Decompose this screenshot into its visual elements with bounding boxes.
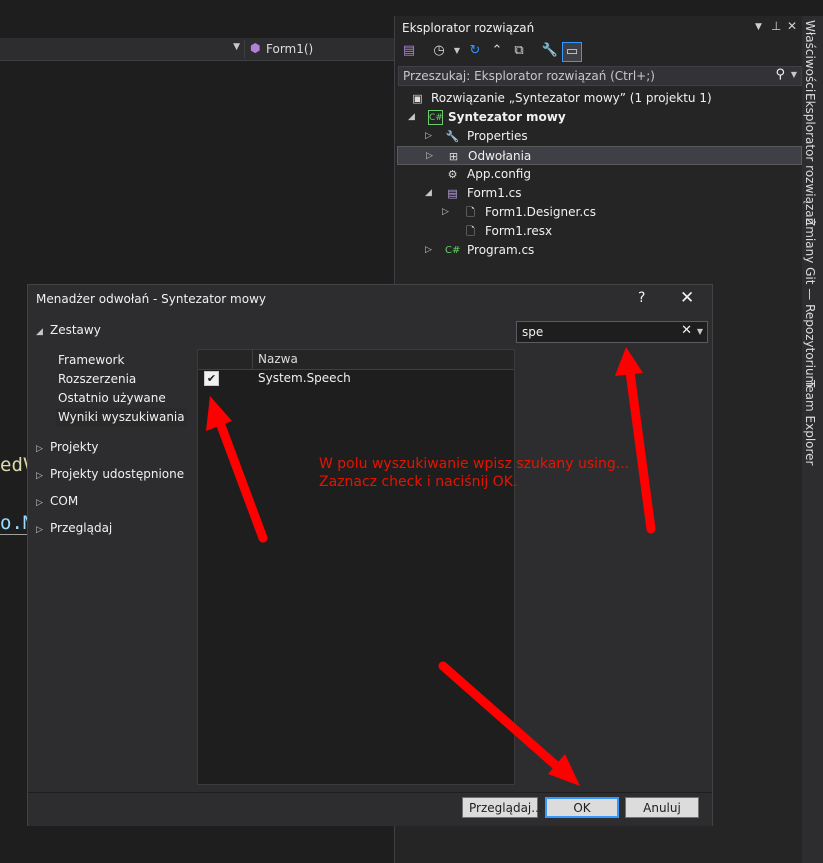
tree-item-properties[interactable]: ▷ 🔧 Properties — [398, 127, 802, 146]
nav-framework[interactable]: Framework — [58, 352, 124, 368]
column-header-name[interactable]: Nazwa — [258, 352, 298, 366]
nav-browse[interactable]: ▷ Przeglądaj — [36, 520, 112, 538]
close-icon[interactable]: ✕ — [680, 288, 694, 308]
dialog-title: Menadżer odwołań - Syntezator mowy — [36, 292, 266, 306]
tree-item-project[interactable]: ◢ C# Syntezator mowy — [398, 108, 802, 127]
solution-explorer-toolbar: ▤ ◷ ▼ ↻ ⌃ ⧉ 🔧 ▭ — [398, 40, 802, 64]
tab-solution-explorer[interactable]: Eksplorator rozwiązań — [803, 93, 817, 225]
history-icon[interactable]: ◷ — [430, 42, 448, 60]
tree-item-solution[interactable]: ▣ Rozwiązanie „Syntezator mowy” (1 proje… — [398, 89, 802, 108]
tree-item-form1-resx[interactable]: 🗋 Form1.resx — [398, 222, 802, 241]
collapsed-arrow-icon[interactable]: ▷ — [425, 127, 432, 146]
chevron-down-icon[interactable]: ▼ — [791, 70, 797, 79]
chevron-down-icon[interactable]: ▼ — [448, 42, 466, 60]
file-icon: 🗋 — [466, 206, 475, 219]
form-icon: ▤ — [447, 187, 458, 200]
window-position-icon[interactable]: ▼ — [755, 22, 762, 32]
method-cube-icon: ⬢ — [250, 41, 261, 55]
list-header — [198, 350, 514, 370]
sync-icon[interactable]: ↻ — [466, 42, 484, 60]
nav-recent[interactable]: Ostatnio używane — [58, 390, 166, 406]
tab-git-changes[interactable]: Zmiany Git — Repozytorium — [803, 218, 817, 387]
search-input[interactable] — [522, 324, 672, 340]
member-dropdown-label: Form1() — [266, 42, 314, 56]
pin-icon[interactable]: ⊥ — [771, 19, 781, 33]
nav-extensions[interactable]: Rozszerzenia — [58, 371, 136, 387]
ok-button[interactable]: OK — [545, 797, 619, 818]
chevron-down-icon: ▼ — [233, 42, 240, 52]
tutorial-annotation: W polu wyszukiwanie wpisz szukany using.… — [319, 455, 629, 491]
config-file-icon: ⚙ — [447, 168, 458, 181]
show-all-files-icon[interactable]: ⧉ — [510, 42, 528, 60]
solution-explorer-search[interactable]: Przeszukaj: Eksplorator rozwiązań (Ctrl+… — [398, 66, 802, 86]
table-row[interactable]: System.Speech — [258, 371, 351, 385]
type-dropdown[interactable]: ▼ — [0, 40, 245, 58]
nav-com[interactable]: ▷ COM — [36, 493, 78, 511]
references-icon: ⊞ — [448, 150, 459, 163]
chevron-down-icon[interactable]: ▼ — [697, 327, 703, 336]
solution-explorer-title-bar: Eksplorator rozwiązań ▼ ⊥ ✕ — [398, 18, 802, 38]
collapsed-arrow-icon[interactable]: ▷ — [426, 147, 433, 166]
nav-projects[interactable]: ▷ Projekty — [36, 439, 99, 457]
browse-button[interactable]: Przeglądaj... — [462, 797, 543, 818]
tab-team-explorer[interactable]: Team Explorer — [803, 380, 817, 466]
tree-item-form1[interactable]: ◢ ▤ Form1.cs — [398, 184, 802, 203]
member-dropdown[interactable]: ⬢ Form1() — [248, 40, 394, 58]
resource-file-icon: 🗋 — [466, 225, 475, 238]
tab-properties[interactable]: Właściwości — [803, 20, 817, 92]
csharp-file-icon: C# — [445, 245, 461, 256]
clear-icon[interactable]: ✕ — [681, 323, 692, 338]
tree-item-program[interactable]: ▷ C# Program.cs — [398, 241, 802, 260]
collapsed-arrow-icon: ▷ — [36, 498, 43, 508]
csharp-project-icon: C# — [428, 110, 443, 125]
annotation-line: W polu wyszukiwanie wpisz szukany using.… — [319, 456, 630, 472]
nav-assemblies[interactable]: ◢ Zestawy — [36, 322, 101, 340]
collapsed-arrow-icon: ▷ — [36, 525, 43, 535]
tree-item-form1-designer[interactable]: ▷ 🗋 Form1.Designer.cs — [398, 203, 802, 222]
reference-list — [197, 349, 515, 785]
panel-title: Eksplorator rozwiązań — [402, 21, 535, 35]
tree-item-references[interactable]: ▷ ⊞ Odwołania — [397, 146, 802, 165]
collapsed-arrow-icon[interactable]: ▷ — [442, 203, 449, 222]
tree-item-app-config[interactable]: ⚙ App.config — [398, 165, 802, 184]
nav-shared-projects[interactable]: ▷ Projekty udostępnione — [36, 466, 184, 484]
preview-selected-icon[interactable]: ▭ — [562, 42, 582, 62]
expanded-arrow-icon[interactable]: ◢ — [408, 108, 415, 127]
search-placeholder: Przeszukaj: Eksplorator rozwiązań (Ctrl+… — [403, 69, 655, 83]
expanded-arrow-icon: ◢ — [36, 327, 43, 337]
close-icon[interactable]: ✕ — [787, 19, 797, 33]
collapsed-arrow-icon[interactable]: ▷ — [425, 241, 432, 260]
detail-panel — [516, 349, 708, 785]
expanded-arrow-icon[interactable]: ◢ — [425, 184, 432, 203]
properties-wrench-icon[interactable]: 🔧 — [541, 42, 559, 60]
switch-views-icon[interactable]: ▤ — [400, 42, 418, 60]
reference-search-box[interactable]: ✕ ▼ — [516, 321, 708, 343]
annotation-line: Zaznacz check i naciśnij OK. — [319, 474, 518, 490]
search-icon[interactable]: ⚲ — [775, 67, 785, 82]
solution-icon: ▣ — [412, 92, 423, 105]
wrench-icon: 🔧 — [445, 130, 460, 143]
collapsed-arrow-icon: ▷ — [36, 444, 43, 454]
column-separator[interactable] — [252, 350, 253, 369]
help-button[interactable]: ? — [638, 290, 645, 306]
reference-checkbox[interactable]: ✔ — [204, 371, 219, 386]
collapse-all-icon[interactable]: ⌃ — [488, 42, 506, 60]
cancel-button[interactable]: Anuluj — [625, 797, 699, 818]
nav-search-results[interactable]: Wyniki wyszukiwania — [56, 408, 187, 426]
collapsed-arrow-icon: ▷ — [36, 471, 43, 481]
